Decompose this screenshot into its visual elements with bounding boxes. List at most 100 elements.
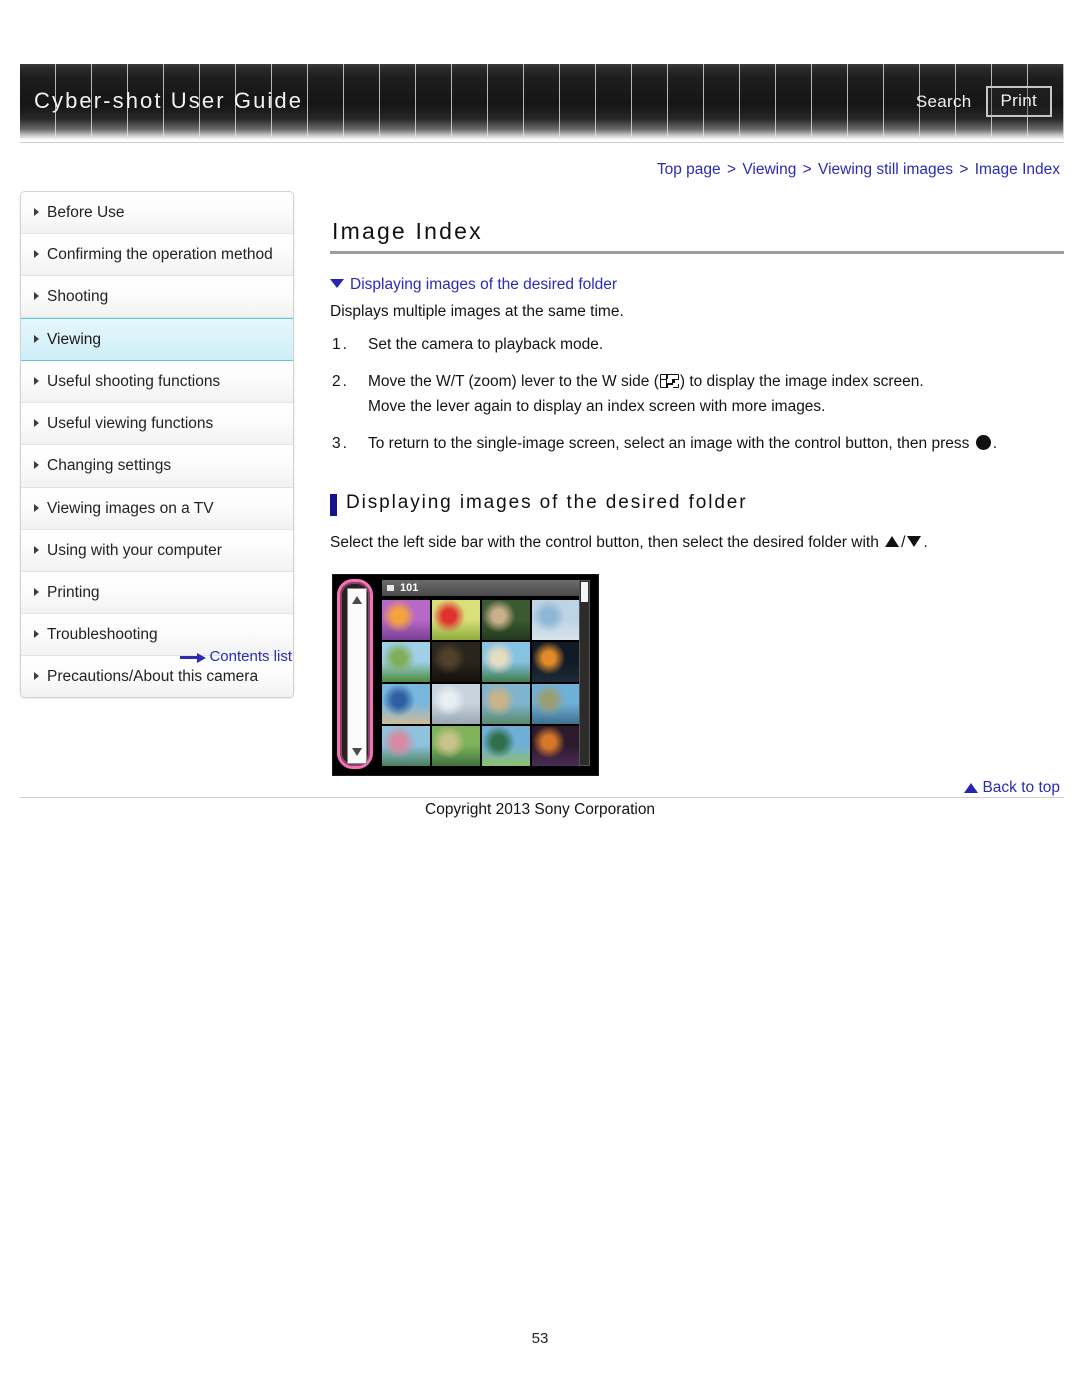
back-to-top-label: Back to top <box>982 779 1060 796</box>
anchor-link-displaying-images[interactable]: Displaying images of the desired folder <box>330 276 1064 294</box>
thumbnail-image[interactable] <box>532 726 580 767</box>
thumbnail-image[interactable] <box>482 642 530 683</box>
section-instruction-middle: / <box>901 534 906 552</box>
print-button[interactable]: Print <box>985 86 1052 117</box>
image-index-icon <box>659 374 680 390</box>
page-title: Image Index <box>332 218 483 244</box>
sidebar-item-useful-shooting-functions[interactable]: Useful shooting functions <box>21 361 293 404</box>
breadcrumb-separator: > <box>726 161 737 178</box>
thumbnail-image[interactable] <box>432 726 480 767</box>
sidebar-item-using-with-your-computer[interactable]: Using with your computer <box>21 529 293 572</box>
sidebar-item-viewing-images-on-a-tv[interactable]: Viewing images on a TV <box>21 487 293 530</box>
triangle-up-icon <box>885 536 900 548</box>
page-number: 53 <box>531 1330 549 1347</box>
triangle-right-icon <box>34 629 39 638</box>
thumbnail-image[interactable] <box>532 684 580 725</box>
search-link[interactable]: Search <box>916 92 972 112</box>
triangle-right-icon <box>34 671 39 680</box>
section-heading: Displaying images of the desired folder <box>330 492 1064 517</box>
step-number: 3. <box>332 435 349 453</box>
breadcrumb-item-3[interactable]: Image Index <box>975 161 1060 178</box>
thumbnail-grid <box>382 600 580 767</box>
title-divider <box>330 251 1064 254</box>
thumbnail-image[interactable] <box>382 684 430 725</box>
sidebar-item-label: Before Use <box>47 204 125 221</box>
breadcrumb-separator: > <box>802 161 812 178</box>
thumbnail-image[interactable] <box>432 600 480 641</box>
breadcrumb: Top page > Viewing > Viewing still image… <box>657 161 1060 179</box>
sidebar-item-label: Printing <box>47 583 100 601</box>
thumbnail-image[interactable] <box>382 600 430 641</box>
copyright-text: Copyright 2013 Sony Corporation <box>425 801 656 818</box>
center-button-icon <box>975 435 991 451</box>
thumbnail-image[interactable] <box>482 600 530 641</box>
sidebar-item-before-use[interactable]: Before Use <box>21 192 293 235</box>
step-item: 1. Set the camera to playback mode. <box>330 332 1064 357</box>
step-text-continued: ) to display the image index screen. <box>679 373 924 391</box>
step-number: 1. <box>332 336 349 353</box>
breadcrumb-item-2[interactable]: Viewing still images <box>818 161 953 178</box>
sidebar-item-printing[interactable]: Printing <box>21 571 293 614</box>
thumbnail-image[interactable] <box>482 684 530 725</box>
folder-label-bar: 101 <box>382 580 580 597</box>
sidebar-item-shooting[interactable]: Shooting <box>21 276 293 319</box>
breadcrumb-item-0[interactable]: Top page <box>657 161 721 178</box>
sidebar-item-confirming-the-operation-method[interactable]: Confirming the operation method <box>21 234 293 277</box>
back-to-top-link[interactable]: Back to top <box>964 779 1060 797</box>
vertical-scrollbar[interactable] <box>579 580 590 767</box>
step-text: Set the camera to playback mode. <box>368 336 604 353</box>
triangle-down-icon <box>330 279 344 288</box>
sidebar-item-label: Viewing images on a TV <box>47 499 214 517</box>
thumbnail-image[interactable] <box>482 726 530 767</box>
thumbnail-image[interactable] <box>432 642 480 683</box>
sidebar-item-label: Troubleshooting <box>47 625 158 643</box>
sidebar-item-changing-settings[interactable]: Changing settings <box>21 445 293 488</box>
footer-divider <box>20 797 1064 798</box>
contents-list-link[interactable]: Contents list <box>20 648 292 665</box>
thumbnail-image[interactable] <box>532 600 580 641</box>
step-text: Move the W/T (zoom) lever to the W side … <box>368 373 659 391</box>
triangle-right-icon <box>34 377 39 386</box>
thumbnail-image[interactable] <box>382 726 430 767</box>
anchor-link-label: Displaying images of the desired folder <box>350 276 618 293</box>
section-instruction-after: . <box>923 534 928 552</box>
folder-side-bar-highlight[interactable] <box>337 579 373 770</box>
triangle-right-icon <box>34 587 39 596</box>
triangle-right-icon <box>34 292 39 301</box>
triangle-right-icon <box>34 461 39 470</box>
triangle-right-icon <box>34 419 39 428</box>
triangle-right-icon <box>34 335 39 344</box>
step-number: 2. <box>332 373 349 391</box>
triangle-right-icon <box>34 545 39 554</box>
folder-side-bar[interactable] <box>347 588 367 765</box>
sidebar-item-useful-viewing-functions[interactable]: Useful viewing functions <box>21 403 293 446</box>
contents-list-label: Contents list <box>209 648 292 665</box>
sidebar-item-label: Changing settings <box>47 457 172 475</box>
triangle-right-icon <box>34 208 39 216</box>
sidebar-item-label: Useful shooting functions <box>47 373 221 391</box>
folder-icon <box>387 585 394 592</box>
step-text-second-line: Move the lever again to display an index… <box>368 398 826 416</box>
breadcrumb-item-1[interactable]: Viewing <box>742 161 796 178</box>
camera-image-index-screen: 101 <box>332 574 599 777</box>
section-heading-label: Displaying images of the desired folder <box>346 492 748 514</box>
section-instruction-before: Select the left side bar with the contro… <box>330 534 884 552</box>
sidebar-item-viewing[interactable]: Viewing <box>21 318 293 362</box>
page-root: Cyber-shot User Guide Search Print Top p… <box>0 0 1080 1397</box>
scrollbar-thumb[interactable] <box>581 582 588 603</box>
thumbnail-image[interactable] <box>532 642 580 683</box>
section-instruction: Select the left side bar with the contro… <box>330 534 1064 552</box>
step-item: 2. Move the W/T (zoom) lever to the W sid… <box>330 369 1064 419</box>
sidebar-item-label: Confirming the operation method <box>47 246 273 264</box>
section-accent-bar <box>330 494 337 517</box>
sidebar-item-label: Useful viewing functions <box>47 415 214 433</box>
thumbnail-image[interactable] <box>382 642 430 683</box>
header-actions: Search Print <box>916 86 1052 117</box>
step-text: To return to the single-image screen, se… <box>368 435 974 453</box>
triangle-up-icon <box>964 783 979 793</box>
breadcrumb-separator: > <box>959 161 969 178</box>
site-header: Cyber-shot User Guide Search Print <box>20 64 1064 140</box>
thumbnail-image[interactable] <box>432 684 480 725</box>
triangle-up-icon <box>352 596 362 605</box>
triangle-right-icon <box>34 250 39 259</box>
